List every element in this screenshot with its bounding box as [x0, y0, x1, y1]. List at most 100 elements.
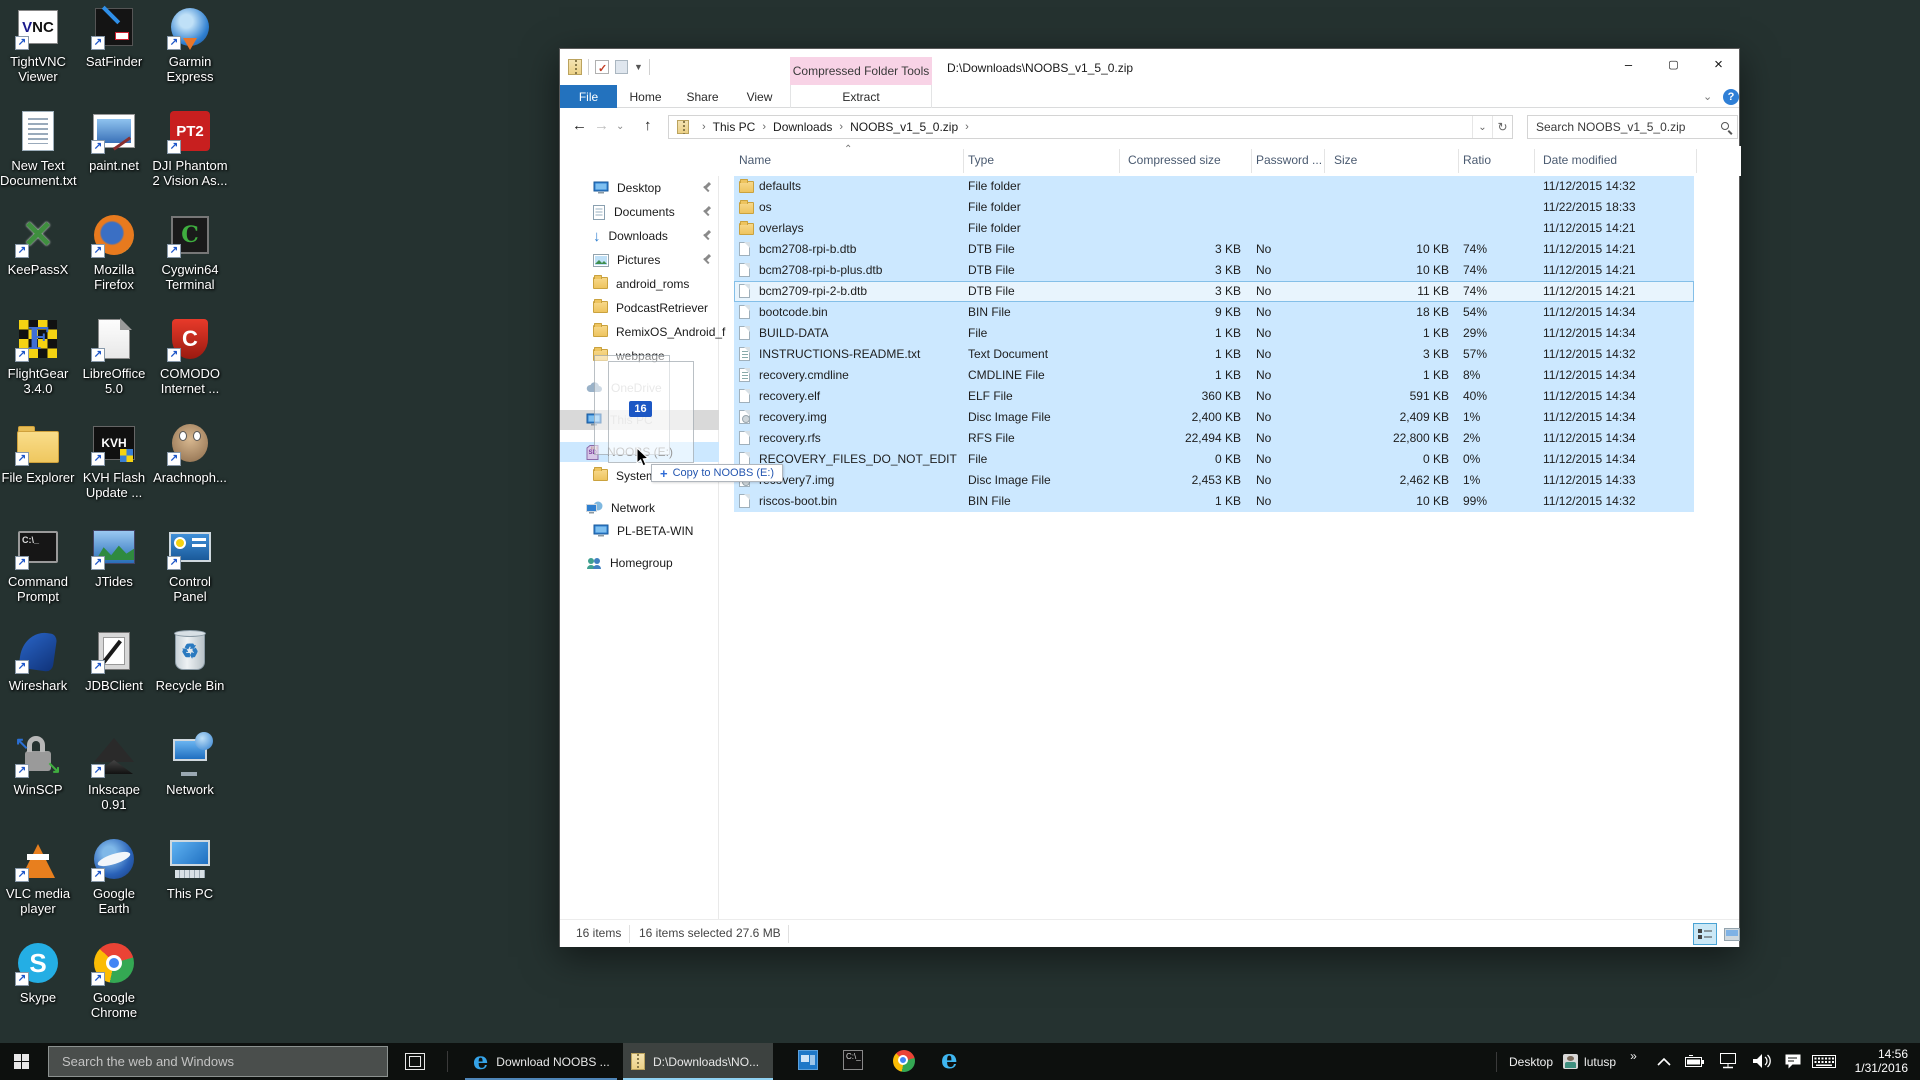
address-dropdown-icon[interactable]: ⌄ [1472, 116, 1492, 138]
taskbar-icon-ie[interactable]: e [941, 1045, 958, 1075]
file-row-overlays[interactable]: overlaysFile folder11/12/2015 14:21 [560, 218, 1741, 239]
desktop-icon-satfinder[interactable]: ↗SatFinder [76, 4, 152, 69]
search-input[interactable]: Search NOOBS_v1_5_0.zip [1527, 115, 1738, 139]
column-header-compressed-size[interactable]: Compressed size [1128, 153, 1221, 167]
file-row-bootcode-bin[interactable]: bootcode.binBIN File9 KBNo18 KB54%11/12/… [560, 302, 1741, 323]
recent-dropdown-icon[interactable]: ⌄ [616, 121, 624, 132]
desktop-icon-google-chrome[interactable]: ↗Google Chrome [76, 940, 152, 1020]
desktop-icon-kvh-flash-update[interactable]: KVH↗KVH Flash Update ... [76, 420, 152, 500]
desktop-toolbar-label[interactable]: Desktop [1509, 1055, 1553, 1069]
toolbar-chevron[interactable]: » [1630, 1049, 1637, 1063]
desktop-icon-vlc-media-player[interactable]: ↗VLC media player [0, 836, 76, 916]
file-row-defaults[interactable]: defaultsFile folder11/12/2015 14:32 [560, 176, 1741, 197]
file-row-recovery-cmdline[interactable]: recovery.cmdlineCMDLINE File1 KBNo1 KB8%… [560, 365, 1741, 386]
notification-icon[interactable] [1784, 1053, 1802, 1069]
tab-extract[interactable]: Extract [790, 85, 932, 108]
network-icon[interactable] [1718, 1053, 1738, 1069]
column-header-password[interactable]: Password ... [1256, 153, 1322, 167]
taskbar-icon-settings[interactable] [798, 1050, 818, 1070]
file-row-build-data[interactable]: BUILD-DATAFile1 KBNo1 KB29%11/12/2015 14… [560, 323, 1741, 344]
column-header-ratio[interactable]: Ratio [1463, 153, 1491, 167]
tab-home[interactable]: Home [617, 85, 674, 108]
breadcrumb-downloads[interactable]: Downloads [773, 120, 832, 134]
user-label[interactable]: lutusp [1584, 1055, 1616, 1069]
tab-view[interactable]: View [731, 85, 788, 108]
clock[interactable]: 14:561/31/2016 [1855, 1047, 1908, 1075]
column-header-type[interactable]: Type [968, 153, 994, 167]
desktop-icon-jdbclient[interactable]: ↗JDBClient [76, 628, 152, 693]
desktop-icon-comodo-internet[interactable]: C↗COMODO Internet ... [152, 316, 228, 396]
file-row-os[interactable]: osFile folder11/22/2015 18:33 [560, 197, 1741, 218]
close-button[interactable]: × [1696, 49, 1741, 79]
refresh-icon[interactable]: ↻ [1492, 116, 1512, 138]
forward-button[interactable]: → [594, 117, 609, 134]
sidebar-item-pl-beta-win[interactable]: PL-BETA-WIN [593, 520, 693, 542]
tab-file[interactable]: File [560, 85, 617, 108]
desktop-icon-skype[interactable]: S↗Skype [0, 940, 76, 1005]
desktop-icon-mozilla-firefox[interactable]: ↗Mozilla Firefox [76, 212, 152, 292]
task-view-button[interactable] [405, 1053, 425, 1070]
desktop-icon-control-panel[interactable]: ↗Control Panel [152, 524, 228, 604]
column-header-date-modified[interactable]: Date modified [1543, 153, 1617, 167]
desktop-icon-wireshark[interactable]: ↗Wireshark [0, 628, 76, 693]
up-button[interactable]: ↑ [644, 117, 652, 134]
desktop-icon-command-prompt[interactable]: C:\_↗Command Prompt [0, 524, 76, 604]
tab-share[interactable]: Share [674, 85, 731, 108]
breadcrumb-this-pc[interactable]: This PC [713, 120, 756, 134]
file-row-bcm2709-rpi-2-b-dtb[interactable]: bcm2709-rpi-2-b.dtbDTB File3 KBNo11 KB74… [560, 281, 1741, 302]
desktop-icon-arachnoph[interactable]: ↗Arachnoph... [152, 420, 228, 485]
desktop-icon-jtides[interactable]: ↗JTides [76, 524, 152, 589]
desktop-icon-google-earth[interactable]: ↗Google Earth [76, 836, 152, 916]
desktop-icon-tightvnc-viewer[interactable]: VNC↗TightVNC Viewer [0, 4, 76, 84]
desktop-icon-keepassx[interactable]: ✕↗KeePassX [0, 212, 76, 277]
desktop-icon-flightgear-3-4-0[interactable]: F↗FlightGear 3.4.0 [0, 316, 76, 396]
desktop-icon-dji-phantom-2-vision-as[interactable]: PT2↗DJI Phantom 2 Vision As... [152, 108, 228, 188]
minimize-button[interactable]: – [1606, 49, 1651, 79]
taskbar-button-edge[interactable]: e Download NOOBS ... [465, 1043, 617, 1080]
thumbnail-view-button[interactable] [1720, 923, 1744, 945]
taskbar-search-input[interactable]: Search the web and Windows [48, 1046, 388, 1077]
desktop-icon-this-pc[interactable]: This PC [152, 836, 228, 901]
desktop-icon-winscp[interactable]: ↖↘↗WinSCP [0, 732, 76, 797]
taskbar-icon-chrome[interactable] [893, 1050, 915, 1072]
tray-expand-icon[interactable] [1656, 1057, 1672, 1067]
desktop-icon-recycle-bin[interactable]: ♻Recycle Bin [152, 628, 228, 693]
address-box[interactable]: › This PC › Downloads › NOOBS_v1_5_0.zip… [668, 115, 1513, 139]
title-bar[interactable]: ✓ ▼ Compressed Folder Tools D:\Downloads… [560, 49, 1739, 85]
taskbar-button-explorer[interactable]: D:\Downloads\NO... [623, 1043, 773, 1080]
desktop-icon-garmin-express[interactable]: ↗Garmin Express [152, 4, 228, 84]
file-row-instructions-readme-txt[interactable]: INSTRUCTIONS-README.txtText Document1 KB… [560, 344, 1741, 365]
search-icon[interactable] [1721, 122, 1729, 130]
file-row-recovery-img[interactable]: recovery.imgDisc Image File2,400 KBNo2,4… [560, 407, 1741, 428]
battery-icon[interactable] [1685, 1055, 1705, 1067]
desktop-icon-libreoffice-5-0[interactable]: ↗LibreOffice 5.0 [76, 316, 152, 396]
desktop-icon-new-text-document-txt[interactable]: New Text Document.txt [0, 108, 76, 188]
file-row-riscos-boot-bin[interactable]: riscos-boot.binBIN File1 KBNo10 KB99%11/… [560, 491, 1741, 512]
quick-access-toolbar[interactable]: ✓ ▼ [568, 58, 650, 76]
sidebar-item-homegroup[interactable]: Homegroup [586, 552, 673, 574]
qat-customize-icon[interactable]: ▼ [634, 62, 643, 72]
keyboard-icon[interactable] [1812, 1055, 1836, 1068]
maximize-button[interactable]: ▢ [1651, 49, 1696, 79]
file-row-recovery-rfs[interactable]: recovery.rfsRFS File22,494 KBNo22,800 KB… [560, 428, 1741, 449]
details-view-button[interactable] [1693, 923, 1717, 945]
back-button[interactable]: ← [572, 117, 587, 134]
desktop-icon-cygwin64-terminal[interactable]: C↗Cygwin64 Terminal [152, 212, 228, 292]
desktop-icon-paint-net[interactable]: ↗paint.net [76, 108, 152, 173]
breadcrumb-zip[interactable]: NOOBS_v1_5_0.zip [850, 120, 958, 134]
start-button[interactable] [14, 1054, 29, 1069]
file-row-bcm2708-rpi-b-plus-dtb[interactable]: bcm2708-rpi-b-plus.dtbDTB File3 KBNo10 K… [560, 260, 1741, 281]
desktop-icon-network[interactable]: Network [152, 732, 228, 797]
taskbar-icon-cmd[interactable]: C:\_ [843, 1050, 863, 1070]
volume-icon[interactable] [1752, 1053, 1772, 1069]
help-icon[interactable]: ? [1723, 89, 1739, 105]
column-header-name[interactable]: Name [739, 153, 771, 167]
desktop-icon-file-explorer[interactable]: ↗File Explorer [0, 420, 76, 485]
file-row-bcm2708-rpi-b-dtb[interactable]: bcm2708-rpi-b.dtbDTB File3 KBNo10 KB74%1… [560, 239, 1741, 260]
file-row-recovery-elf[interactable]: recovery.elfELF File360 KBNo591 KB40%11/… [560, 386, 1741, 407]
properties-icon[interactable]: ✓ [595, 60, 609, 74]
ribbon-collapse-icon[interactable]: ⌄ [1703, 90, 1712, 103]
column-header-size[interactable]: Size [1334, 153, 1357, 167]
new-folder-icon[interactable] [615, 60, 628, 74]
desktop-icon-inkscape-0-91[interactable]: ↗Inkscape 0.91 [76, 732, 152, 812]
